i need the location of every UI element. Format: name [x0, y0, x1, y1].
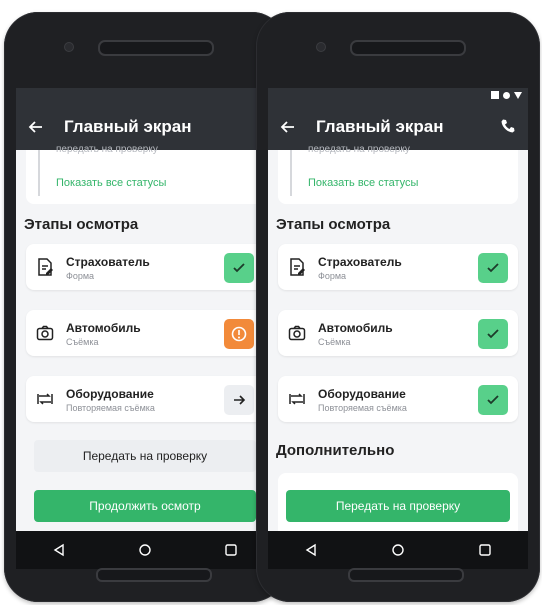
section-title-additional: Дополнительно — [276, 442, 395, 459]
stage-card-policyholder[interactable]: Страхователь Форма — [26, 244, 264, 290]
section-title-inspection-stages: Этапы осмотра — [276, 216, 391, 233]
check-icon — [487, 329, 499, 339]
stage-card-equipment[interactable]: Оборудование Повторяемая съёмка — [26, 376, 264, 422]
check-icon — [487, 395, 499, 405]
bottom-speaker — [96, 568, 212, 582]
stage-status-badge — [478, 253, 508, 283]
continue-inspection-button[interactable]: Продолжить осмотр — [34, 490, 256, 522]
repeat-icon — [289, 393, 305, 405]
android-nav-bar — [268, 531, 528, 569]
android-nav-bar — [16, 531, 274, 569]
show-all-statuses-link[interactable]: Показать все статусы — [56, 177, 166, 189]
front-camera — [64, 42, 74, 52]
stage-card-equipment[interactable]: Оборудование Повторяемая съёмка — [278, 376, 518, 422]
stage-status-badge — [224, 253, 254, 283]
check-icon — [487, 263, 499, 273]
nav-recents-icon[interactable] — [224, 543, 238, 557]
stage-subtitle: Форма — [66, 271, 95, 281]
page-title: Главный экран — [316, 117, 444, 136]
stage-title: Оборудование — [318, 387, 406, 401]
back-arrow-icon[interactable] — [28, 119, 44, 135]
phone-left: Главный экран передать на проверку Показ… — [4, 12, 286, 602]
timeline-line — [290, 150, 292, 196]
stage-title: Оборудование — [66, 387, 154, 401]
phone-right: Главный экран передать на проверку Показ… — [256, 12, 540, 602]
stage-title: Страхователь — [318, 255, 402, 269]
status-square-icon — [491, 91, 499, 99]
stage-title: Автомобиль — [66, 321, 141, 335]
stage-subtitle: Съёмка — [66, 337, 99, 347]
nav-back-icon[interactable] — [304, 543, 318, 557]
show-all-statuses-link[interactable]: Показать все статусы — [308, 177, 418, 189]
faded-status-text: передать на проверку — [56, 144, 158, 155]
check-icon — [233, 263, 245, 273]
nav-recents-icon[interactable] — [478, 543, 492, 557]
phone-call-icon[interactable] — [500, 118, 516, 134]
stage-card-car[interactable]: Автомобиль Съёмка — [278, 310, 518, 356]
status-bar — [268, 88, 528, 104]
stage-subtitle: Повторяемая съёмка — [66, 403, 155, 413]
signal-icon — [514, 91, 522, 99]
stage-status-badge — [478, 319, 508, 349]
stage-status-badge — [224, 385, 254, 415]
form-icon — [38, 258, 53, 276]
stage-title: Автомобиль — [318, 321, 393, 335]
stage-status-badge — [478, 385, 508, 415]
screen-left: Главный экран передать на проверку Показ… — [16, 88, 274, 531]
form-icon — [290, 258, 305, 276]
timeline-line — [38, 150, 40, 196]
warning-icon — [231, 326, 247, 342]
stage-status-badge — [224, 319, 254, 349]
status-bar — [16, 88, 274, 104]
submit-for-review-button[interactable]: Передать на проверку — [34, 440, 256, 472]
page-title: Главный экран — [64, 117, 192, 136]
nav-back-icon[interactable] — [52, 543, 66, 557]
nav-home-icon[interactable] — [391, 543, 405, 557]
faded-status-text: передать на проверку — [308, 144, 410, 155]
stage-subtitle: Форма — [318, 271, 347, 281]
speaker-grille — [98, 40, 214, 56]
stage-card-policyholder[interactable]: Страхователь Форма — [278, 244, 518, 290]
screen-right: Главный экран передать на проверку Показ… — [268, 88, 528, 531]
repeat-icon — [37, 393, 53, 405]
stage-subtitle: Съёмка — [318, 337, 351, 347]
status-card: передать на проверку Показать все статус… — [26, 144, 264, 204]
stage-card-car[interactable]: Автомобиль Съёмка — [26, 310, 264, 356]
nav-home-icon[interactable] — [138, 543, 152, 557]
camera-icon — [36, 325, 54, 341]
status-card: передать на проверку Показать все статус… — [278, 144, 518, 204]
back-arrow-icon[interactable] — [280, 119, 296, 135]
submit-for-review-button[interactable]: Передать на проверку — [286, 490, 510, 522]
speaker-grille — [350, 40, 466, 56]
section-title-inspection-stages: Этапы осмотра — [24, 216, 139, 233]
front-camera — [316, 42, 326, 52]
stage-subtitle: Повторяемая съёмка — [318, 403, 407, 413]
status-dot-icon — [503, 91, 510, 99]
bottom-speaker — [348, 568, 464, 582]
arrow-right-icon — [234, 395, 246, 405]
camera-icon — [288, 325, 306, 341]
stage-title: Страхователь — [66, 255, 150, 269]
